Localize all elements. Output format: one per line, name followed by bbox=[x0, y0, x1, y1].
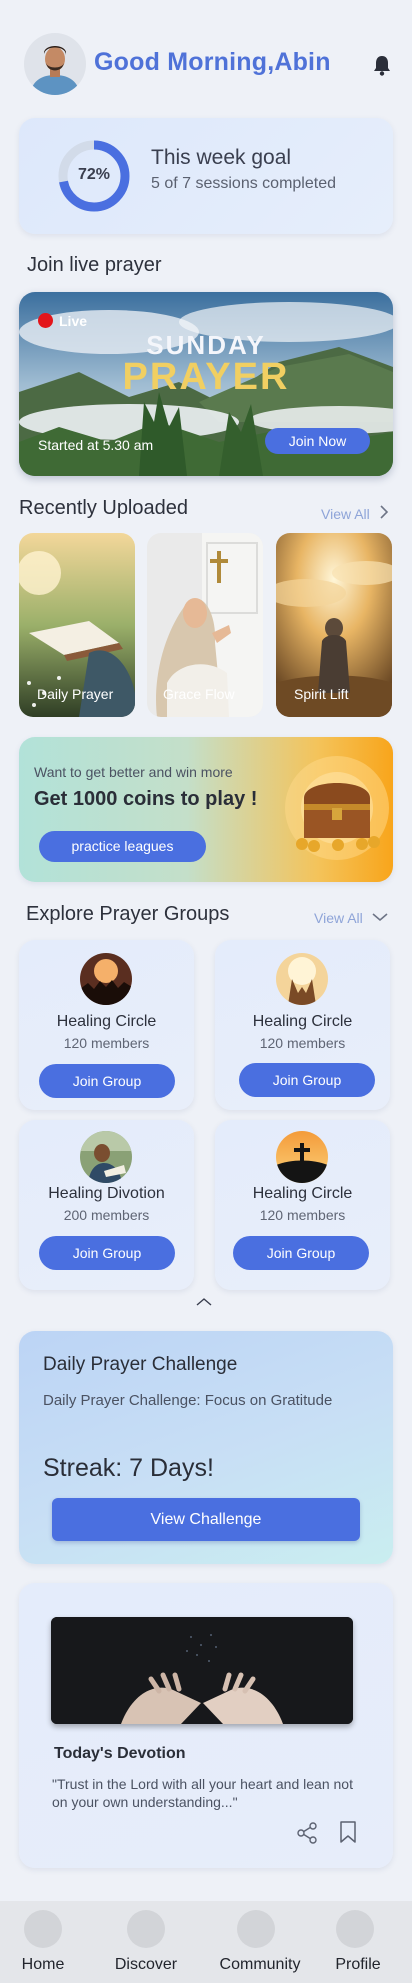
goal-title: This week goal bbox=[151, 146, 292, 169]
group-members: 120 members bbox=[259, 1207, 346, 1223]
bookmark-icon[interactable] bbox=[339, 1821, 357, 1843]
challenge-streak: Streak: 7 Days! bbox=[43, 1454, 214, 1482]
groups-heading: Explore Prayer Groups bbox=[26, 903, 230, 925]
share-icon[interactable] bbox=[296, 1822, 318, 1844]
treasure-chest-icon bbox=[285, 756, 389, 860]
group-worship-icon bbox=[80, 953, 132, 1005]
group-name: Healing Divotion bbox=[48, 1185, 165, 1202]
join-group-button[interactable]: Join Group bbox=[239, 1063, 375, 1097]
join-group-button[interactable]: Join Group bbox=[39, 1064, 175, 1098]
banner-line-2: PRAYER bbox=[122, 356, 290, 398]
live-start-time: Started at 5.30 am bbox=[38, 437, 154, 453]
avatar[interactable] bbox=[24, 33, 86, 95]
groups-view-all-link[interactable]: View All bbox=[314, 910, 363, 926]
join-now-button[interactable]: Join Now bbox=[265, 428, 370, 454]
recent-item-label: Daily Prayer bbox=[37, 686, 114, 702]
group-members: 120 members bbox=[259, 1035, 346, 1051]
group-name: Healing Circle bbox=[56, 1013, 157, 1030]
live-prayer-heading: Join live prayer bbox=[27, 254, 162, 276]
nav-profile[interactable]: Profile bbox=[326, 1956, 390, 1974]
join-group-button[interactable]: Join Group bbox=[39, 1236, 175, 1270]
nav-community[interactable]: Community bbox=[212, 1956, 308, 1974]
recent-heading: Recently Uploaded bbox=[19, 497, 188, 519]
live-indicator-icon bbox=[38, 313, 53, 328]
recent-view-all-link[interactable]: View All bbox=[321, 506, 370, 522]
nav-home[interactable]: Home bbox=[14, 1956, 72, 1974]
chevron-right-icon[interactable] bbox=[379, 505, 389, 519]
live-badge: Live bbox=[59, 313, 88, 329]
goal-percent: 72% bbox=[77, 166, 111, 183]
community-icon[interactable] bbox=[237, 1910, 275, 1948]
profile-icon[interactable] bbox=[336, 1910, 374, 1948]
group-cross-icon bbox=[276, 1131, 328, 1183]
devotion-image bbox=[51, 1617, 353, 1724]
practice-leagues-button[interactable]: practice leagues bbox=[39, 831, 206, 862]
join-group-button[interactable]: Join Group bbox=[233, 1236, 369, 1270]
greeting-text: Good Morning,Abin bbox=[94, 48, 331, 76]
nav-discover[interactable]: Discover bbox=[106, 1956, 186, 1974]
recent-item-label: Grace Flow bbox=[163, 686, 235, 702]
chevron-up-icon[interactable] bbox=[196, 1297, 212, 1307]
devotion-quote: "Trust in the Lord with all your heart a… bbox=[52, 1776, 353, 1810]
group-reading-icon bbox=[80, 1131, 132, 1183]
group-members: 200 members bbox=[63, 1207, 150, 1223]
home-icon[interactable] bbox=[24, 1910, 62, 1948]
view-challenge-button[interactable]: View Challenge bbox=[52, 1498, 360, 1541]
challenge-subtitle: Daily Prayer Challenge: Focus on Gratitu… bbox=[43, 1392, 333, 1409]
bell-icon[interactable] bbox=[372, 54, 392, 76]
group-hands-icon bbox=[276, 953, 328, 1005]
chevron-down-icon[interactable] bbox=[372, 912, 388, 922]
group-name: Healing Circle bbox=[252, 1185, 353, 1202]
devotion-title: Today's Devotion bbox=[54, 1745, 186, 1762]
discover-icon[interactable] bbox=[127, 1910, 165, 1948]
group-name: Healing Circle bbox=[252, 1013, 353, 1030]
goal-subtitle: 5 of 7 sessions completed bbox=[151, 175, 336, 192]
recent-item-label: Spirit Lift bbox=[294, 686, 349, 702]
coins-headline: Get 1000 coins to play ! bbox=[34, 788, 258, 810]
challenge-title: Daily Prayer Challenge bbox=[43, 1354, 238, 1375]
group-members: 120 members bbox=[63, 1035, 150, 1051]
coins-tagline: Want to get better and win more bbox=[34, 764, 233, 780]
